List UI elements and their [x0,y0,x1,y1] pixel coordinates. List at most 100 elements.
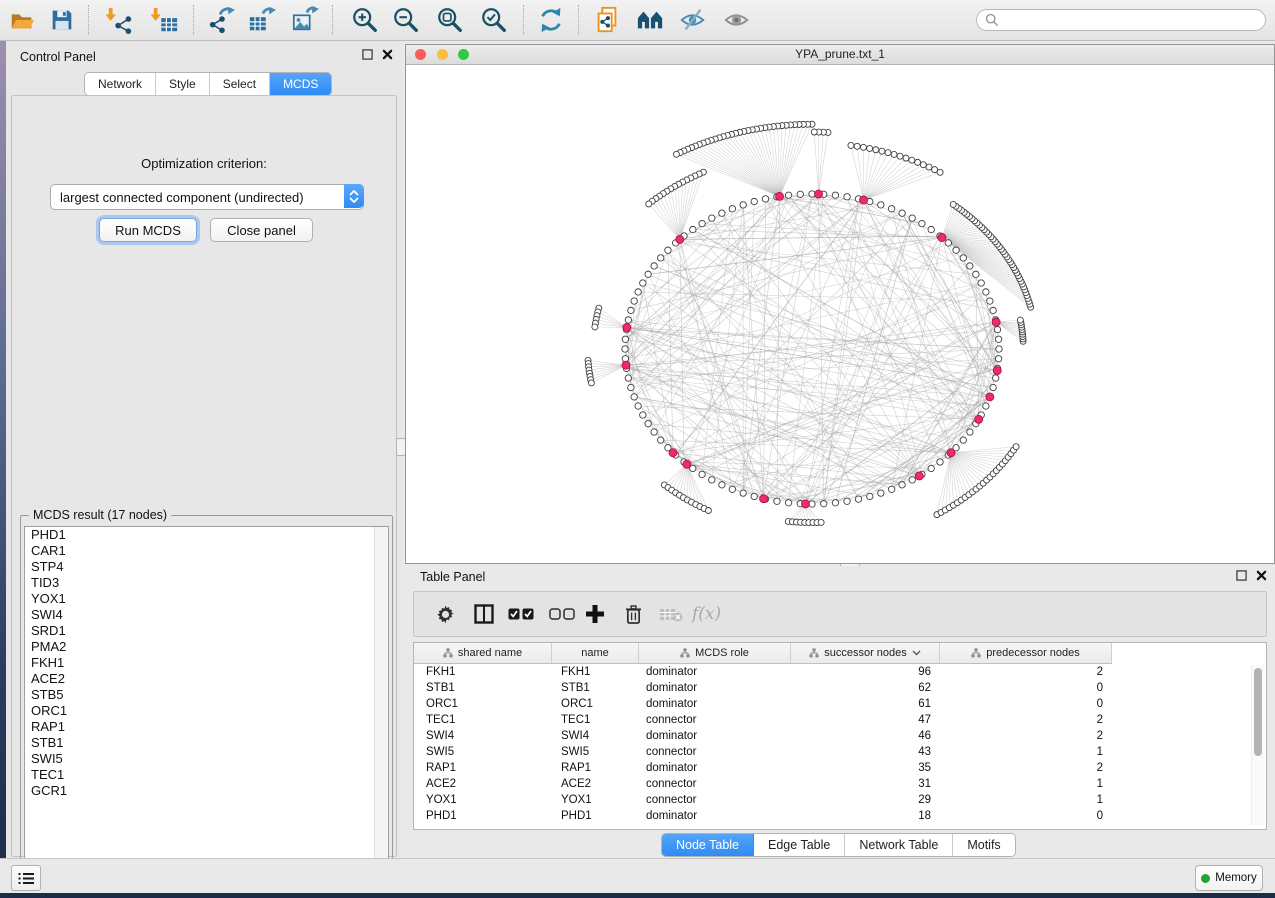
network-window-titlebar[interactable]: YPA_prune.txt_1 [406,45,1274,65]
list-item[interactable]: SWI5 [25,751,388,767]
function-builder-icon-disabled: f(x) [692,592,721,636]
tab-network[interactable]: Network [85,73,156,95]
delete-column-icon[interactable] [625,592,642,636]
export-image-icon[interactable] [288,3,322,37]
table-scrollbar-thumb[interactable] [1254,668,1262,756]
new-network-from-selection-icon[interactable] [590,3,624,37]
delete-table-icon-disabled [659,592,683,636]
table-cell: connector [639,714,791,726]
list-item[interactable]: YOX1 [25,591,388,607]
table-row[interactable]: SWI4SWI4dominator462 [414,728,1112,744]
tab-network-table[interactable]: Network Table [845,834,953,856]
table-cell: connector [639,778,791,790]
close-panel-icon[interactable] [382,49,393,60]
table-cell: 35 [791,762,940,774]
table-cell: PHD1 [552,810,639,822]
mcds-list-scrollbar[interactable] [374,527,388,884]
table-cell: SWI5 [552,746,639,758]
column-header-MCDS-role[interactable]: MCDS role [639,643,791,663]
table-scrollbar[interactable] [1251,665,1264,825]
first-neighbors-icon[interactable] [633,3,667,37]
column-header-predecessor-nodes[interactable]: predecessor nodes [940,643,1112,663]
list-item[interactable]: SRD1 [25,623,388,639]
list-item[interactable]: STB5 [25,687,388,703]
show-column-panel-icon[interactable] [474,592,494,636]
table-row[interactable]: YOX1YOX1connector291 [414,792,1112,808]
memory-button[interactable]: Memory [1195,865,1263,891]
add-column-icon[interactable] [586,592,604,636]
select-all-icon[interactable] [508,592,534,636]
list-item[interactable]: GCR1 [25,783,388,799]
table-row[interactable]: FKH1FKH1dominator962 [414,664,1112,680]
list-item[interactable]: PHD1 [25,527,388,543]
list-item[interactable]: FKH1 [25,655,388,671]
list-item[interactable]: STP4 [25,559,388,575]
column-type-icon [971,648,981,658]
tab-select[interactable]: Select [210,73,270,95]
table-row[interactable]: ACE2ACE2connector311 [414,776,1112,792]
table-cell: 1 [940,746,1112,758]
zoom-in-icon[interactable] [348,3,382,37]
save-icon[interactable] [45,3,79,37]
close-panel-icon[interactable] [1256,570,1267,581]
list-item[interactable]: ORC1 [25,703,388,719]
column-header-shared-name[interactable]: shared name [414,643,552,663]
deselect-all-icon[interactable] [549,592,575,636]
control-panel-title: Control Panel [20,50,96,64]
optimization-criterion-select[interactable]: largest connected component (undirected) [50,184,364,210]
tab-style[interactable]: Style [156,73,210,95]
sort-menu-icon[interactable] [912,650,921,656]
list-item[interactable]: TID3 [25,575,388,591]
float-panel-icon[interactable] [1236,570,1247,581]
table-cell: PHD1 [414,810,552,822]
table-body: FKH1FKH1dominator962STB1STB1dominator620… [414,664,1112,824]
apply-layout-icon[interactable] [534,3,568,37]
table-cell: dominator [639,698,791,710]
column-header-label: name [581,647,609,659]
table-cell: dominator [639,810,791,822]
table-cell: YOX1 [552,794,639,806]
open-icon[interactable] [5,3,39,37]
tab-edge-table[interactable]: Edge Table [754,834,845,856]
search-input[interactable] [976,9,1266,31]
import-network-icon[interactable] [103,3,137,37]
table-row[interactable]: TEC1TEC1connector472 [414,712,1112,728]
table-row[interactable]: STB1STB1dominator620 [414,680,1112,696]
tab-motifs[interactable]: Motifs [953,834,1014,856]
zoom-fit-icon[interactable] [433,3,467,37]
export-table-icon[interactable] [245,3,279,37]
table-cell: TEC1 [414,714,552,726]
zoom-out-icon[interactable] [389,3,423,37]
column-header-successor-nodes[interactable]: successor nodes [791,643,940,663]
list-item[interactable]: SWI4 [25,607,388,623]
table-row[interactable]: ORC1ORC1dominator610 [414,696,1112,712]
close-panel-button[interactable]: Close panel [210,218,313,242]
table-row[interactable]: PHD1PHD1dominator180 [414,808,1112,824]
zoom-selected-icon[interactable] [477,3,511,37]
float-panel-icon[interactable] [362,49,373,60]
mcds-result-list[interactable]: PHD1CAR1STP4TID3YOX1SWI4SRD1PMA2FKH1ACE2… [24,526,389,885]
task-history-button[interactable] [11,865,41,891]
list-item[interactable]: TEC1 [25,767,388,783]
table-settings-icon[interactable] [436,592,455,636]
toolbar-separator [193,5,194,35]
node-table[interactable]: shared name name MCDS rolesuccessor nodesp… [413,642,1267,830]
table-row[interactable]: SWI5SWI5connector431 [414,744,1112,760]
export-network-icon[interactable] [205,3,239,37]
table-cell: SWI5 [414,746,552,758]
network-canvas[interactable] [406,65,1274,563]
list-item[interactable]: RAP1 [25,719,388,735]
list-item[interactable]: PMA2 [25,639,388,655]
column-type-icon [809,648,819,658]
list-item[interactable]: ACE2 [25,671,388,687]
import-table-icon[interactable] [148,3,182,37]
column-header-name[interactable]: name [552,643,639,663]
tab-node-table[interactable]: Node Table [662,834,754,856]
hide-selected-icon[interactable] [676,3,710,37]
table-row[interactable]: RAP1RAP1dominator352 [414,760,1112,776]
show-all-icon[interactable] [720,3,754,37]
run-mcds-button[interactable]: Run MCDS [99,218,197,242]
tab-mcds[interactable]: MCDS [270,73,331,95]
list-item[interactable]: STB1 [25,735,388,751]
list-item[interactable]: CAR1 [25,543,388,559]
